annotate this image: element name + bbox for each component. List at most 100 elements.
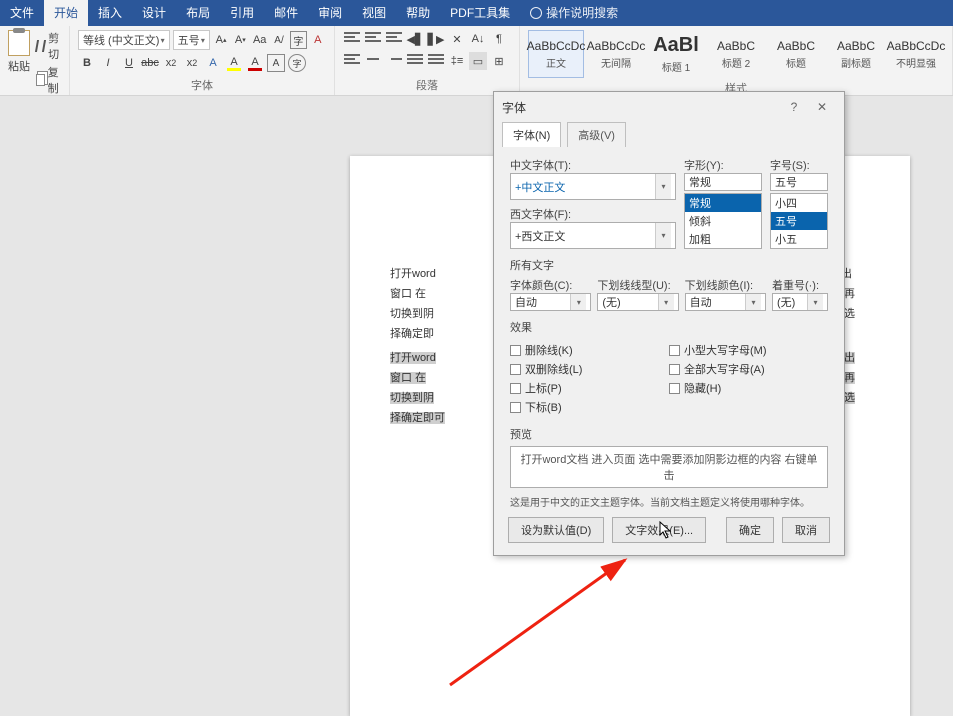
underline-value: (无) — [602, 294, 620, 310]
chk-dstrike[interactable]: 双删除线(L) — [510, 361, 669, 377]
close-button[interactable]: ✕ — [808, 100, 836, 114]
align-center-button[interactable] — [364, 52, 382, 70]
west-font-combo[interactable]: +西文正文▾ — [510, 222, 676, 249]
style-opt-bold[interactable]: 加粗 — [685, 230, 761, 248]
subscript-button[interactable]: x2 — [162, 54, 180, 72]
chk-allcaps[interactable]: 全部大写字母(A) — [669, 361, 828, 377]
borders-button[interactable]: ⊞ — [490, 52, 508, 70]
copy-button[interactable]: 复制 — [36, 64, 62, 96]
underline-button[interactable]: U — [120, 54, 138, 72]
enclose-char-button[interactable]: 字 — [288, 54, 306, 72]
dialog-title: 字体 — [502, 99, 526, 116]
shrink-font-button[interactable]: A▾ — [232, 31, 248, 49]
size-opt-1[interactable]: 五号 — [771, 212, 827, 230]
size-opt-2[interactable]: 小五 — [771, 230, 827, 248]
distribute-button[interactable] — [427, 52, 445, 70]
decrease-indent-button[interactable]: ◀▋ — [406, 30, 424, 48]
cancel-button[interactable]: 取消 — [782, 517, 830, 543]
set-default-button[interactable]: 设为默认值(D) — [508, 517, 604, 543]
style-item-6[interactable]: AaBbCcDc不明显强 — [888, 30, 944, 78]
chk-strike[interactable]: 删除线(K) — [510, 342, 669, 358]
style-item-3[interactable]: AaBbC标题 2 — [708, 30, 764, 78]
clear-format-button[interactable]: A — [310, 31, 326, 49]
underline-color-combo[interactable]: 自动▾ — [685, 293, 766, 311]
increase-indent-button[interactable]: ▋▶ — [427, 30, 445, 48]
size-listbox[interactable]: 小四 五号 小五 — [770, 193, 828, 249]
highlight-button[interactable]: A — [225, 54, 243, 72]
style-opt-italic[interactable]: 倾斜 — [685, 212, 761, 230]
chk-sub-label: 下标(B) — [525, 399, 562, 415]
chk-super[interactable]: 上标(P) — [510, 380, 669, 396]
underline-combo[interactable]: (无)▾ — [597, 293, 678, 311]
dialog-tab-font[interactable]: 字体(N) — [502, 122, 561, 147]
tell-me[interactable]: 操作说明搜索 — [520, 0, 628, 26]
style-listbox[interactable]: 常规 倾斜 加粗 — [684, 193, 762, 249]
underline-color-label: 下划线颜色(I): — [685, 277, 766, 293]
tab-references[interactable]: 引用 — [220, 0, 264, 26]
help-button[interactable]: ? — [780, 100, 808, 114]
chk-hidden[interactable]: 隐藏(H) — [669, 380, 828, 396]
line-spacing-button[interactable]: ‡≡ — [448, 52, 466, 70]
chk-allcaps-label: 全部大写字母(A) — [684, 361, 765, 377]
west-font-label: 西文字体(F): — [510, 206, 676, 222]
italic-button[interactable]: I — [99, 54, 117, 72]
style-item-4[interactable]: AaBbC标题 — [768, 30, 824, 78]
shading-button[interactable]: ▭ — [469, 52, 487, 70]
strike-button[interactable]: abc — [141, 54, 159, 72]
chevron-down-icon: ▾ — [655, 174, 671, 199]
style-item-2[interactable]: AaBl标题 1 — [648, 30, 704, 78]
superscript-button[interactable]: x2 — [183, 54, 201, 72]
chk-sub[interactable]: 下标(B) — [510, 399, 669, 415]
tab-pdf[interactable]: PDF工具集 — [440, 0, 520, 26]
bold-button[interactable]: B — [78, 54, 96, 72]
style-item-0[interactable]: AaBbCcDc正文 — [528, 30, 584, 78]
tab-design[interactable]: 设计 — [132, 0, 176, 26]
char-border-button[interactable]: 字 — [290, 31, 307, 49]
ok-button[interactable]: 确定 — [726, 517, 774, 543]
font-name-combo[interactable]: 等线 (中文正文)▾ — [78, 30, 170, 50]
style-item-5[interactable]: AaBbC副标题 — [828, 30, 884, 78]
tab-insert[interactable]: 插入 — [88, 0, 132, 26]
grow-font-button[interactable]: A▴ — [213, 31, 229, 49]
style-input[interactable]: 常规 — [684, 173, 762, 191]
tab-help[interactable]: 帮助 — [396, 0, 440, 26]
text-effects-button[interactable]: A — [204, 54, 222, 72]
justify-button[interactable] — [406, 52, 424, 70]
dialog-titlebar[interactable]: 字体 ? ✕ — [494, 92, 844, 122]
bullets-button[interactable] — [343, 30, 361, 48]
sort-button[interactable]: A↓ — [469, 30, 487, 48]
effects-label: 效果 — [510, 319, 828, 335]
underline-label: 下划线线型(U): — [597, 277, 678, 293]
align-left-button[interactable] — [343, 52, 361, 70]
font-size-combo[interactable]: 五号▾ — [173, 30, 210, 50]
tab-review[interactable]: 审阅 — [308, 0, 352, 26]
multilevel-button[interactable] — [385, 30, 403, 48]
show-marks-button[interactable]: ¶ — [490, 30, 508, 48]
align-right-button[interactable] — [385, 52, 403, 70]
cut-button[interactable]: 剪切 — [36, 30, 62, 62]
dialog-tab-advanced[interactable]: 高级(V) — [567, 122, 626, 147]
style-opt-regular[interactable]: 常规 — [685, 194, 761, 212]
emphasis-combo[interactable]: (无)▾ — [772, 293, 828, 311]
size-opt-0[interactable]: 小四 — [771, 194, 827, 212]
tab-view[interactable]: 视图 — [352, 0, 396, 26]
chk-smallcaps[interactable]: 小型大写字母(M) — [669, 342, 828, 358]
tab-layout[interactable]: 布局 — [176, 0, 220, 26]
style-preview: AaBl — [653, 34, 699, 57]
cut-icon — [35, 40, 46, 52]
cn-font-combo[interactable]: +中文正文▾ — [510, 173, 676, 200]
size-value: 五号 — [775, 174, 797, 190]
emphasis-label: 着重号(·): — [772, 277, 828, 293]
size-input[interactable]: 五号 — [770, 173, 828, 191]
numbering-button[interactable] — [364, 30, 382, 48]
font-color-combo[interactable]: 自动▾ — [510, 293, 591, 311]
phonetic-button[interactable]: A/ — [271, 31, 287, 49]
font-color-button[interactable]: A — [246, 54, 264, 72]
tab-mailings[interactable]: 邮件 — [264, 0, 308, 26]
tab-file[interactable]: 文件 — [0, 0, 44, 26]
char-shading-button[interactable]: A — [267, 54, 285, 72]
asian-layout-button[interactable]: ✕ — [448, 30, 466, 48]
style-item-1[interactable]: AaBbCcDc无间隔 — [588, 30, 644, 78]
tab-home[interactable]: 开始 — [44, 0, 88, 26]
change-case-button[interactable]: Aa — [252, 31, 268, 49]
